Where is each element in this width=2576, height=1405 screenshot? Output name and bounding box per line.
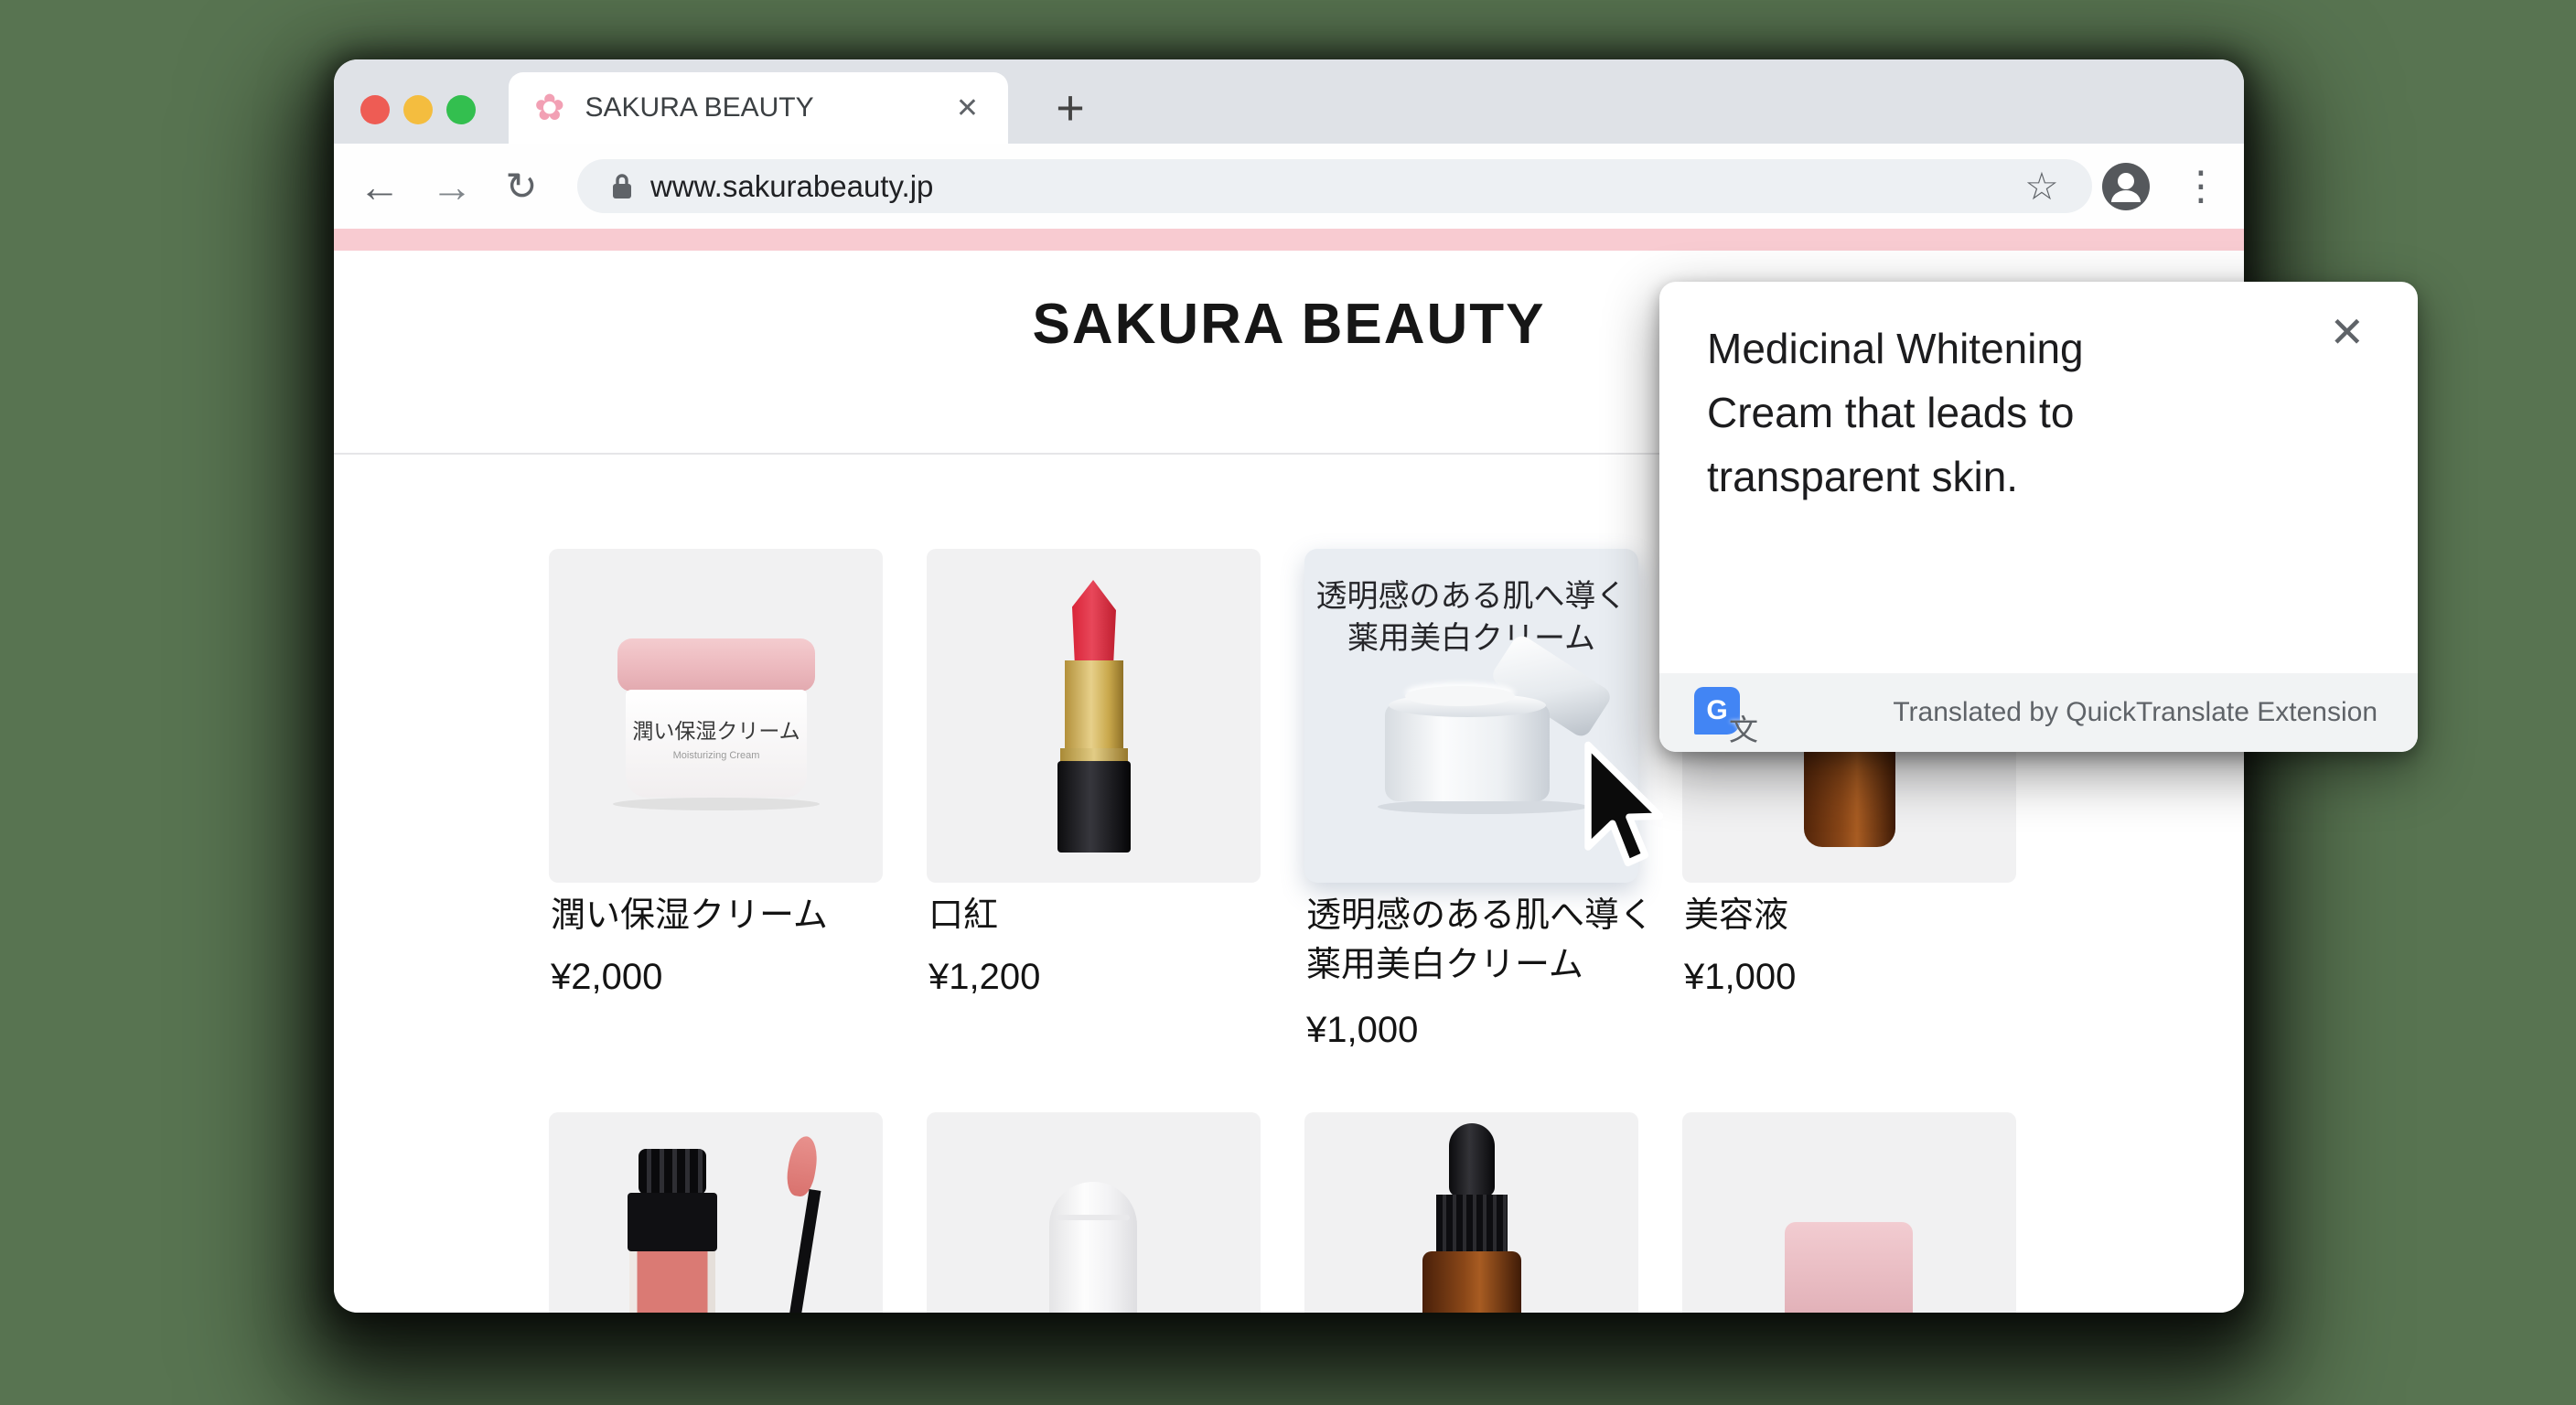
lipstick-black-base <box>1057 761 1131 853</box>
product-card-moisturizing-cream[interactable]: 潤い保湿クリーム Moisturizing Cream <box>549 549 883 883</box>
product-image-caption-line1: 透明感のある肌へ導く <box>1304 571 1638 616</box>
back-button[interactable]: ← <box>347 144 413 229</box>
lipstick-gold-casing <box>1065 660 1123 752</box>
product-card-pink-cap-bottle[interactable] <box>1682 1112 2016 1313</box>
browser-tab[interactable]: ✿ SAKURA BEAUTY ✕ <box>509 72 1008 144</box>
new-tab-button[interactable]: + <box>1038 76 1102 140</box>
lock-icon <box>610 172 634 201</box>
browser-menu-icon[interactable]: ⋮ <box>2169 144 2233 229</box>
bookmark-star-icon[interactable]: ☆ <box>2010 144 2074 229</box>
desktop-background: ✿ SAKURA BEAUTY ✕ + ← → ↻ www.sakurabeau… <box>0 0 2576 1405</box>
gloss-tube <box>629 1251 715 1313</box>
whitening-jar-body <box>1385 702 1550 801</box>
jar-shadow <box>613 798 820 810</box>
whitening-jar-shadow <box>1378 799 1588 814</box>
whitening-jar-cream <box>1405 686 1515 706</box>
product-name[interactable]: 潤い保湿クリーム <box>551 891 909 940</box>
url-text: www.sakurabeauty.jp <box>650 169 933 204</box>
jar-label-en: Moisturizing Cream <box>626 750 807 761</box>
gloss-applicator-stick <box>787 1189 821 1313</box>
jar-label-jp: 潤い保湿クリーム <box>626 713 807 745</box>
white-tube-seam <box>1057 1215 1130 1220</box>
traffic-light-close[interactable] <box>360 95 390 124</box>
product-price: ¥1,000 <box>1684 957 2032 998</box>
cream-jar-lid <box>617 638 815 692</box>
traffic-light-minimize[interactable] <box>403 95 433 124</box>
product-name[interactable]: 透明感のある肌へ導く薬用美白クリーム <box>1306 891 1665 990</box>
profile-avatar-icon[interactable] <box>2101 162 2151 211</box>
site-accent-bar <box>334 229 2244 251</box>
product-price: ¥1,000 <box>1306 1010 1654 1051</box>
mouse-cursor-icon <box>1568 737 1663 874</box>
product-card-dropper-bottle[interactable] <box>1304 1112 1638 1313</box>
dropper-collar <box>1436 1195 1508 1253</box>
popup-attribution: Translated by QuickTranslate Extension <box>1893 673 2377 752</box>
product-card-lip-gloss[interactable] <box>549 1112 883 1313</box>
product-card-lipstick[interactable] <box>927 549 1261 883</box>
traffic-light-zoom[interactable] <box>446 95 476 124</box>
pink-bottle-cap <box>1785 1222 1913 1313</box>
forward-button[interactable]: → <box>419 144 485 229</box>
gloss-applicator-tip <box>784 1134 821 1198</box>
sakura-favicon-icon: ✿ <box>534 90 565 126</box>
dropper-bulb <box>1449 1123 1495 1196</box>
tab-title: SAKURA BEAUTY <box>585 92 952 123</box>
address-bar[interactable]: www.sakurabeauty.jp <box>577 159 2092 213</box>
translate-icon-char: 文 <box>1729 707 1758 749</box>
tab-bar: ✿ SAKURA BEAUTY ✕ + <box>334 59 2244 144</box>
browser-toolbar: ← → ↻ www.sakurabeauty.jp ☆ ⋮ <box>334 144 2244 229</box>
popup-close-icon[interactable]: ✕ <box>2324 306 2370 359</box>
tab-close-icon[interactable]: ✕ <box>952 89 982 128</box>
gloss-collar <box>628 1193 717 1251</box>
product-price: ¥2,000 <box>551 957 898 998</box>
product-card-white-tube[interactable] <box>927 1112 1261 1313</box>
translate-icon: G 文 <box>1694 687 1758 742</box>
product-price: ¥1,200 <box>928 957 1276 998</box>
product-image-caption-line2: 薬用美白クリーム <box>1304 613 1638 658</box>
translation-popup: Medicinal Whitening Cream that leads to … <box>1659 282 2418 752</box>
cream-jar-body: 潤い保湿クリーム Moisturizing Cream <box>626 690 807 798</box>
translated-text: Medicinal Whitening Cream that leads to … <box>1707 316 2201 509</box>
white-tube-body <box>1049 1182 1137 1313</box>
popup-footer: G 文 Translated by QuickTranslate Extensi… <box>1659 673 2418 752</box>
reload-button[interactable]: ↻ <box>488 144 554 229</box>
product-name[interactable]: 美容液 <box>1684 891 2043 940</box>
dropper-bottle-body <box>1422 1251 1521 1313</box>
lipstick-bullet <box>1072 580 1116 664</box>
product-name[interactable]: 口紅 <box>928 891 1287 940</box>
gloss-cap <box>639 1149 706 1195</box>
